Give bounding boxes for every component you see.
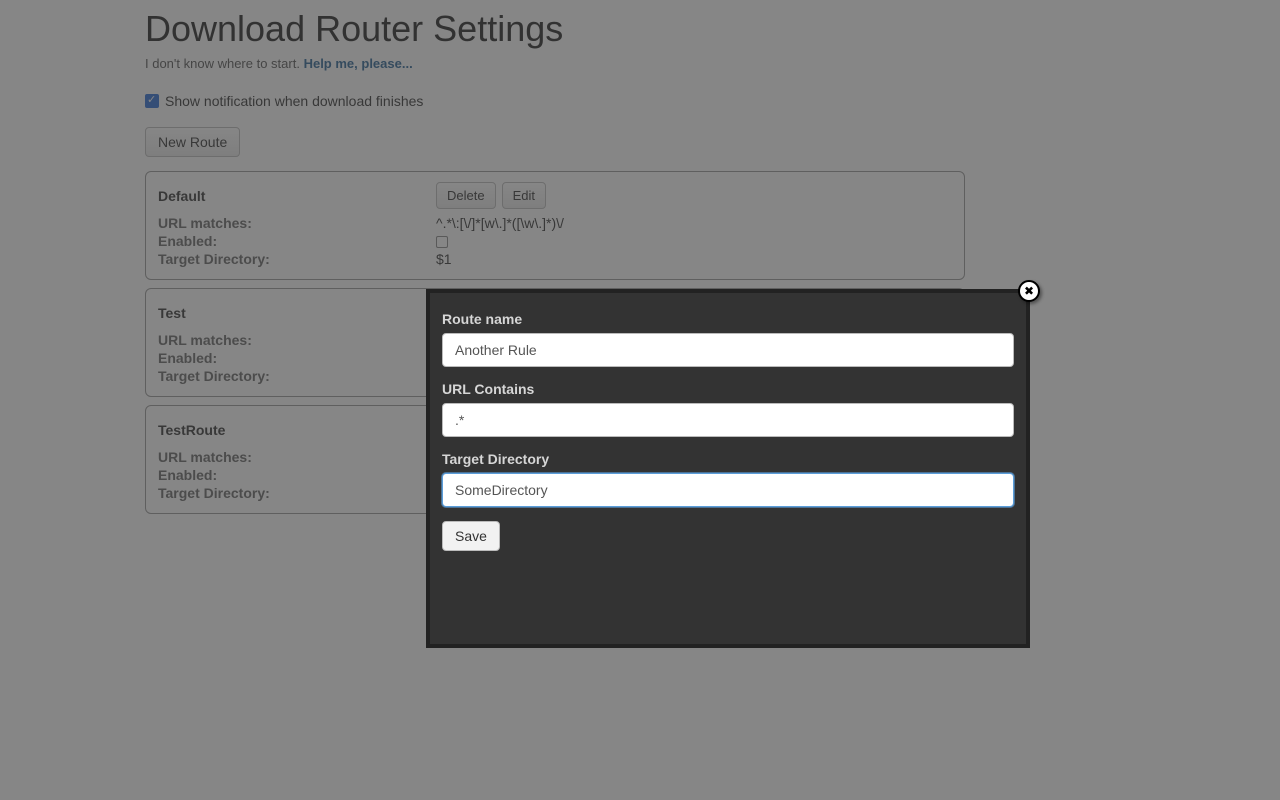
route-name-input[interactable]	[442, 333, 1014, 367]
close-icon[interactable]	[1018, 280, 1040, 302]
route-name-label: Route name	[442, 311, 1014, 327]
save-button[interactable]: Save	[442, 521, 500, 551]
edit-route-modal: Route name URL Contains Target Directory…	[426, 289, 1030, 648]
target-directory-input[interactable]	[442, 473, 1014, 507]
target-directory-label: Target Directory	[442, 451, 1014, 467]
url-contains-label: URL Contains	[442, 381, 1014, 397]
url-contains-input[interactable]	[442, 403, 1014, 437]
modal-body: Route name URL Contains Target Directory…	[430, 293, 1026, 644]
